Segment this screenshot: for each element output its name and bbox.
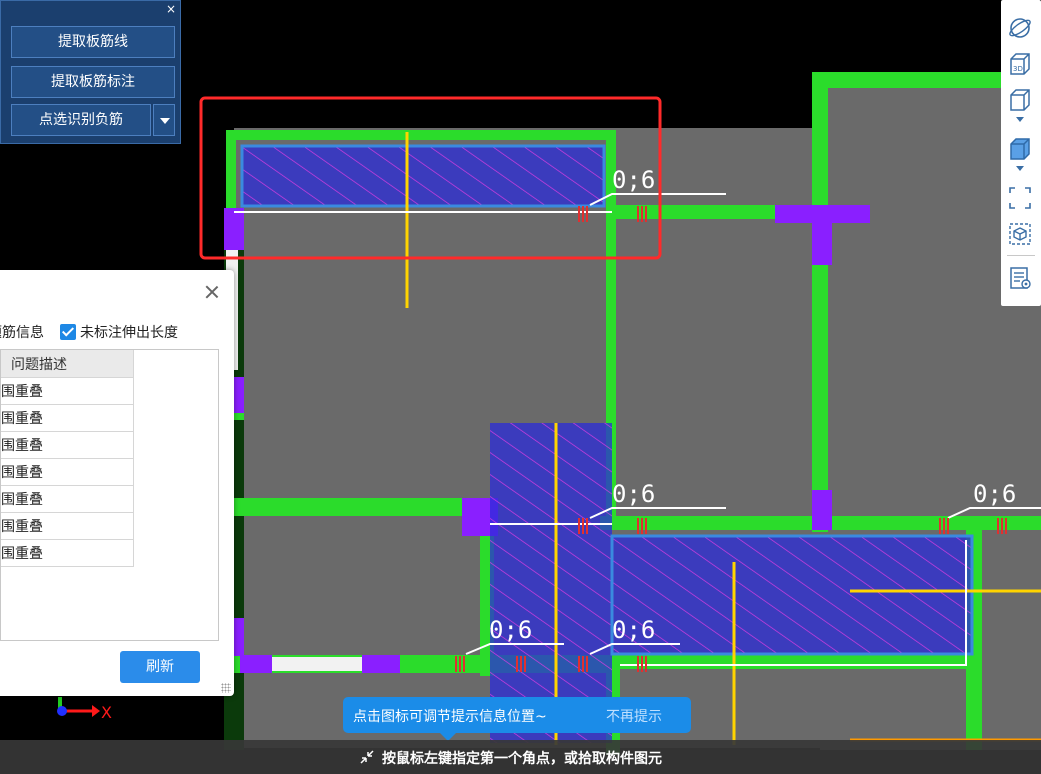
table-cell: 围重叠 xyxy=(1,539,134,567)
hint-message: 点击图标可调节提示信息位置~ xyxy=(353,709,547,725)
status-message: 按鼠标左键指定第一个角点，或拾取构件图元 xyxy=(382,751,662,767)
axis-x-label: X xyxy=(101,703,112,722)
annotation-label: 0;6 xyxy=(612,166,655,194)
close-icon[interactable]: × xyxy=(166,2,176,16)
table-cell: 围重叠 xyxy=(1,512,134,540)
table-cell: 围重叠 xyxy=(1,377,134,405)
option-unmarked-extension-label: 未标注伸出长度 xyxy=(80,325,178,341)
chevron-down-icon[interactable] xyxy=(153,104,175,136)
annotation-label: 0;6 xyxy=(612,616,655,644)
chevron-down-icon[interactable] xyxy=(1008,162,1032,176)
problem-table: 问题描述 围重叠 围重叠 围重叠 围重叠 围重叠 围重叠 围重叠 xyxy=(0,349,219,641)
table-row[interactable]: 围重叠 xyxy=(1,485,134,513)
dont-show-again-link[interactable]: 不再提示 xyxy=(606,706,662,726)
3d-view-icon[interactable]: 3D xyxy=(1008,52,1032,76)
table-row[interactable]: 围重叠 xyxy=(1,404,134,432)
option-rebar-info[interactable]: 题筋信息 xyxy=(0,322,44,342)
table-header-description[interactable]: 问题描述 xyxy=(1,350,134,378)
collapse-arrows-icon[interactable] xyxy=(358,748,376,766)
close-icon[interactable] xyxy=(204,284,220,300)
svg-text:3D: 3D xyxy=(1013,65,1023,73)
extract-rebar-annotation-button[interactable]: 提取板筋标注 xyxy=(11,66,175,98)
refresh-button[interactable]: 刷新 xyxy=(120,651,200,683)
table-cell: 围重叠 xyxy=(1,404,134,432)
table-cell: 围重叠 xyxy=(1,485,134,513)
toolbar-divider xyxy=(1007,255,1035,256)
annotation-label: 0;6 xyxy=(489,616,532,644)
checkbox-checked-icon[interactable] xyxy=(60,324,76,340)
table-row[interactable]: 围重叠 xyxy=(1,377,134,405)
table-row[interactable]: 围重叠 xyxy=(1,539,134,567)
table-row[interactable]: 围重叠 xyxy=(1,512,134,540)
resize-grip-icon[interactable] xyxy=(221,683,231,693)
annotation-label: 0;6 xyxy=(973,480,1016,508)
select-3d-icon[interactable] xyxy=(1008,222,1032,246)
hint-tooltip: 点击图标可调节提示信息位置~ 不再提示 xyxy=(343,697,691,741)
box-wire-icon[interactable] xyxy=(1008,88,1032,112)
annotation-label: 0;6 xyxy=(612,480,655,508)
table-cell: 围重叠 xyxy=(1,431,134,459)
table-cell: 围重叠 xyxy=(1,458,134,486)
table-row[interactable]: 围重叠 xyxy=(1,431,134,459)
orbit-icon[interactable] xyxy=(1008,16,1032,40)
view-toolbar: 3D xyxy=(1001,0,1041,306)
option-unmarked-extension[interactable]: 未标注伸出长度 xyxy=(60,322,178,342)
box-solid-icon[interactable] xyxy=(1008,137,1032,161)
chevron-down-icon[interactable] xyxy=(1008,113,1032,127)
problem-list-dialog: 题筋信息 未标注伸出长度 问题描述 围重叠 围重叠 围重叠 围重叠 围重叠 围重… xyxy=(0,270,234,696)
full-screen-icon[interactable] xyxy=(1008,186,1032,210)
pick-identify-negative-rebar-button[interactable]: 点选识别负筋 xyxy=(11,104,151,136)
floating-tool-panel: × 提取板筋线 提取板筋标注 点选识别负筋 xyxy=(0,0,181,144)
extract-rebar-line-button[interactable]: 提取板筋线 xyxy=(11,26,175,58)
property-list-icon[interactable] xyxy=(1008,266,1032,290)
table-row[interactable]: 围重叠 xyxy=(1,458,134,486)
command-status-bar: 按鼠标左键指定第一个角点，或拾取构件图元 xyxy=(0,740,1041,774)
